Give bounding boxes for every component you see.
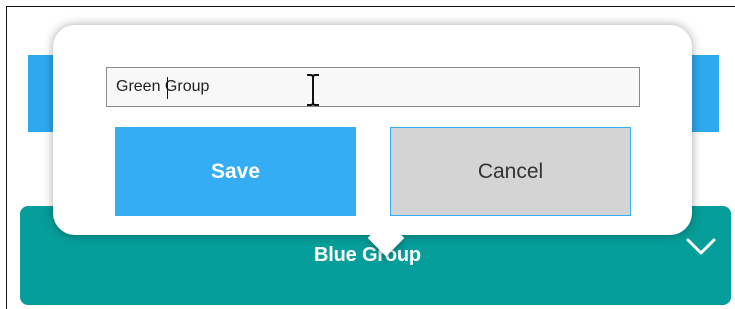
window-edge-top	[6, 6, 735, 7]
screen: Blue Group Save Cancel	[0, 0, 735, 309]
cancel-button[interactable]: Cancel	[390, 127, 631, 216]
text-cursor-icon	[307, 74, 319, 106]
background-button-right-edge	[689, 55, 719, 132]
chevron-down-icon[interactable]	[686, 236, 716, 258]
popup-pointer-cover	[360, 215, 410, 233]
save-button[interactable]: Save	[115, 127, 356, 216]
text-caret	[167, 77, 168, 99]
group-title: Blue Group	[314, 244, 421, 266]
group-name-input[interactable]	[106, 67, 640, 107]
